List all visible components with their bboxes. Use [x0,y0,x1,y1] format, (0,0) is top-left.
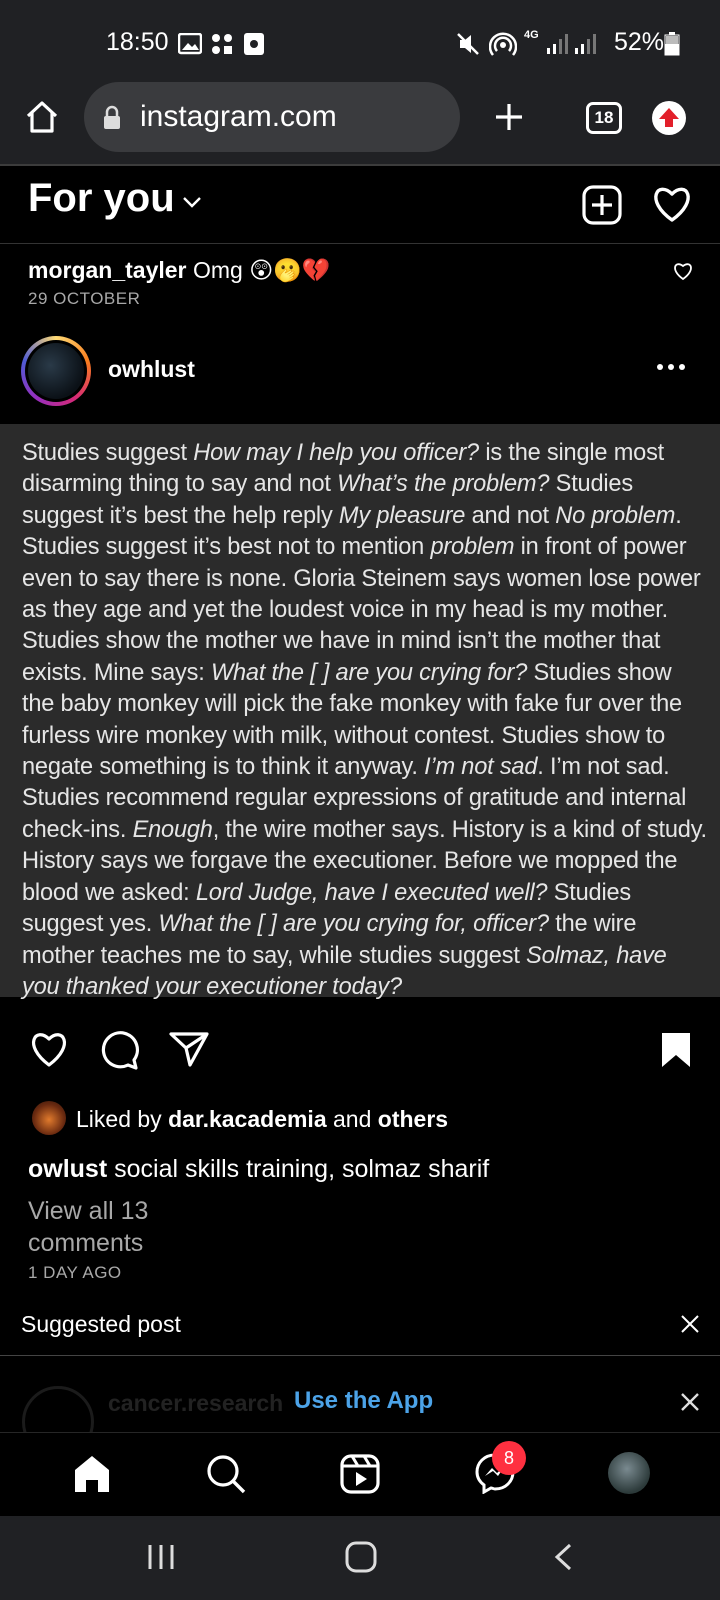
battery-icon [664,32,680,56]
post-text-italic: What the [ ] are you crying for, officer… [158,911,549,938]
suggested-username: cancer.research [108,1390,284,1416]
caption-username[interactable]: owlust [28,1155,107,1183]
mute-icon [457,33,479,55]
post-text: Studies suggest [22,440,194,466]
post-text-italic: I’m not sad [424,754,538,781]
battery-percent: 52% [614,28,665,56]
liker-avatar[interactable] [32,1101,66,1135]
post-text: and not [465,502,556,529]
comment-icon[interactable] [98,1030,140,1070]
post-text-italic: What’s the problem? [337,471,550,498]
post-username[interactable]: owhlust [108,356,195,383]
reels-icon[interactable] [340,1454,380,1494]
like-comment-icon[interactable] [672,261,694,281]
recent-apps-icon[interactable] [146,1542,176,1572]
likes-middle: and [326,1106,378,1132]
gallery-notification-icon [178,33,202,55]
notification-date: 29 OCTOBER [28,289,141,308]
post-image-text: Studies suggest How may I help you offic… [22,438,708,1003]
post-text-italic: problem [430,534,515,561]
signal-strength-icon [547,34,596,54]
notification-username[interactable]: morgan_tayler [28,257,187,284]
likes-user[interactable]: dar.kacademia [168,1106,327,1132]
url-text[interactable]: instagram.com [140,100,337,134]
avatar[interactable] [28,343,84,399]
hotspot-icon [489,32,517,56]
chevron-down-icon[interactable] [181,195,203,209]
heart-notifications-icon[interactable] [650,184,694,224]
view-comments-link[interactable]: View all 13 comments [28,1195,228,1259]
create-post-icon[interactable] [581,184,623,226]
header-divider [0,243,720,244]
post-text-italic: What the [ ] are you crying for? [210,659,528,686]
notification-text: Omg 😲🫢💔 [193,257,331,283]
post-text-italic: Lord Judge, have I executed well? [195,879,548,906]
arrow-up-icon [659,108,679,127]
search-icon[interactable] [206,1454,246,1494]
suggested-post-label: Suggested post [21,1311,181,1337]
caption-text: social skills training, solmaz sharif [107,1155,490,1183]
save-bookmark-icon[interactable] [660,1031,692,1069]
apps-notification-icon [212,34,232,54]
network-type-label: 4G [524,29,539,41]
screenshot-notification-icon [244,33,264,55]
dismiss-banner-icon[interactable] [680,1392,700,1412]
post-timestamp: 1 DAY AGO [28,1263,122,1282]
messages-badge: 8 [492,1441,526,1475]
caption: owlust social skills training, solmaz sh… [28,1155,489,1184]
more-options-icon[interactable] [656,363,686,371]
likes-summary[interactable]: Liked by dar.kacademia and others [76,1106,448,1133]
lock-icon[interactable] [102,105,122,131]
feed-title[interactable]: For you [28,176,175,221]
suggested-avatar [22,1386,94,1432]
post-text-italic: My pleasure [338,502,466,529]
system-home-icon[interactable] [344,1540,378,1574]
like-icon[interactable] [28,1030,70,1068]
post-text-italic: No problem [555,502,676,529]
profile-tab-avatar[interactable] [608,1452,650,1494]
post-text-italic: How may I help you officer? [193,440,479,466]
likes-prefix: Liked by [76,1106,169,1132]
home-tab-icon[interactable] [72,1454,112,1494]
post-text-italic: Enough [132,816,213,843]
likes-others[interactable]: others [378,1106,448,1132]
tab-switcher-button[interactable]: 18 [586,102,622,134]
status-time: 18:50 [106,28,169,56]
close-icon[interactable] [680,1314,700,1334]
back-icon[interactable] [552,1542,574,1572]
home-icon[interactable] [24,99,60,135]
use-the-app-link[interactable]: Use the App [294,1387,433,1415]
new-tab-icon[interactable] [493,101,525,133]
share-icon[interactable] [168,1030,210,1068]
